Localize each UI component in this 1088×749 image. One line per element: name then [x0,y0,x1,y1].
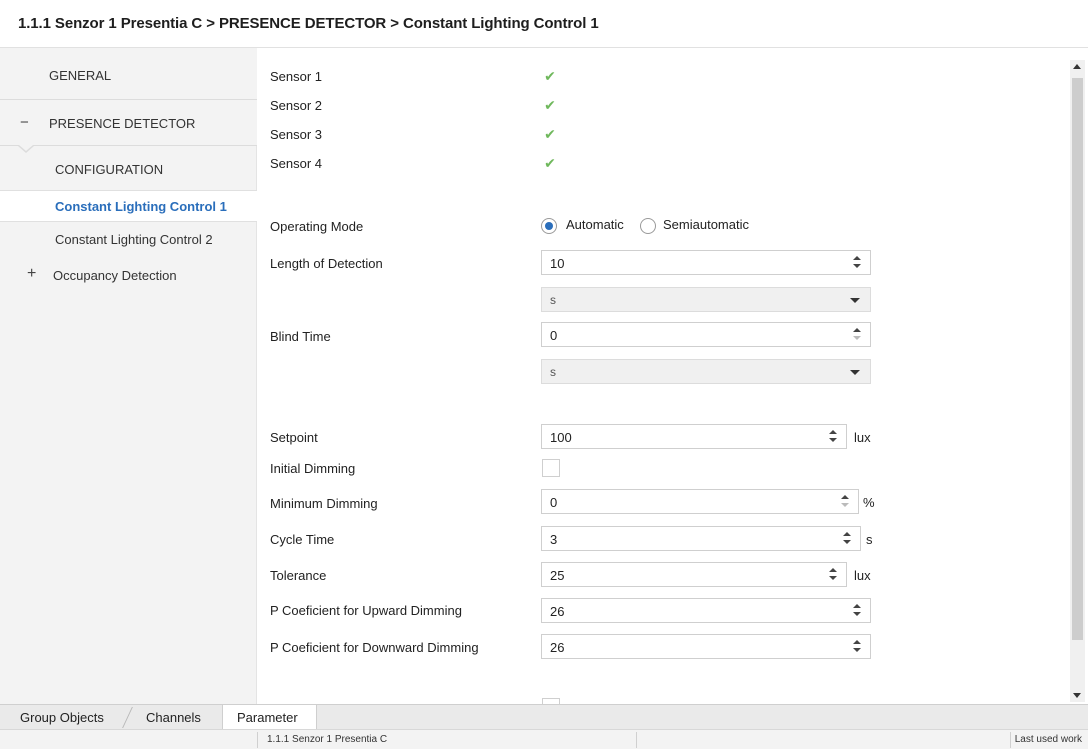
minimum-dimming-label: Minimum Dimming [270,496,378,511]
vertical-scrollbar[interactable] [1070,60,1085,702]
cycle-time-label: Cycle Time [270,532,335,547]
sidebar: GENERAL − PRESENCE DETECTOR CONFIGURATIO… [0,48,257,704]
tolerance-unit: lux [854,568,871,583]
scrollbar-thumb[interactable] [1072,78,1083,640]
tolerance-input[interactable]: 25 [541,562,847,587]
length-of-detection-unit-value: s [550,293,556,307]
blind-time-value: 0 [550,328,558,343]
sidebar-item-label: Constant Lighting Control 2 [55,232,213,247]
bottom-tab-bar: Group Objects Channels Parameter [0,704,1088,729]
cycle-time-unit: s [866,532,873,547]
status-last-used: Last used work [1014,734,1082,745]
spinner-arrows-icon[interactable] [852,254,862,271]
sensor-4-checkbox[interactable]: ✔ [541,154,559,172]
sensor-4-label: Sensor 4 [270,156,323,171]
minimum-dimming-input[interactable]: 0 [541,489,859,514]
sidebar-item-occupancy-detection[interactable]: + Occupancy Detection [0,262,257,292]
sensor-1-checkbox[interactable]: ✔ [541,67,559,85]
sensor-3-checkbox[interactable]: ✔ [541,125,559,143]
blind-time-input[interactable]: 0 [541,322,871,347]
tab-divider [122,707,133,728]
sidebar-item-label: CONFIGURATION [55,162,164,177]
initial-dimming-label: Initial Dimming [270,461,356,476]
initial-dimming-checkbox[interactable] [542,459,560,477]
sidebar-item-label: PRESENCE DETECTOR [49,116,196,131]
length-of-detection-label: Length of Detection [270,256,383,271]
tolerance-label: Tolerance [270,568,327,583]
sidebar-item-general[interactable]: GENERAL [0,48,257,100]
sidebar-item-presence-detector[interactable]: − PRESENCE DETECTOR [0,100,257,146]
status-device: 1.1.1 Senzor 1 Presentia C [267,734,388,745]
spinner-arrows-icon[interactable] [828,428,838,445]
tolerance-value: 25 [550,568,565,583]
cycle-time-value: 3 [550,532,558,547]
spinner-arrows-icon[interactable] [840,493,850,510]
automatic-radio-label[interactable]: Automatic [566,217,624,232]
setpoint-label: Setpoint [270,430,318,445]
sidebar-item-configuration[interactable]: CONFIGURATION [0,156,257,190]
page-title: 1.1.1 Senzor 1 Presentia C > PRESENCE DE… [18,15,599,32]
setpoint-value: 100 [550,430,572,445]
collapse-icon[interactable]: − [20,114,29,131]
blind-time-unit-select[interactable]: s [541,359,871,384]
tab-parameter[interactable]: Parameter [222,705,317,729]
length-of-detection-unit-select[interactable]: s [541,287,871,312]
sidebar-item-constant-lighting-control-1[interactable]: Constant Lighting Control 1 [0,190,257,222]
scroll-up-icon[interactable] [1073,64,1081,69]
spinner-arrows-icon[interactable] [852,326,862,343]
sensor-2-label: Sensor 2 [270,98,323,113]
status-divider [257,732,258,748]
p-upward-label: P Coeficient for Upward Dimming [270,603,462,618]
semiautomatic-radio-label[interactable]: Semiautomatic [663,217,749,232]
length-of-detection-input[interactable]: 10 [541,250,871,275]
sidebar-item-label: Occupancy Detection [53,268,177,283]
spinner-arrows-icon[interactable] [828,566,838,583]
sidebar-item-label: GENERAL [49,68,112,83]
parameter-panel: Sensor 1 ✔ Sensor 2 ✔ Sensor 3 ✔ Sensor … [258,48,1070,704]
tab-group-objects[interactable]: Group Objects [20,705,104,729]
sensor-2-checkbox[interactable]: ✔ [541,96,559,114]
status-divider [1010,732,1011,748]
p-downward-input[interactable]: 26 [541,634,871,659]
sidebar-item-label: Constant Lighting Control 1 [55,199,227,214]
setpoint-unit: lux [854,430,871,445]
blind-time-unit-value: s [550,365,556,379]
blind-time-label: Blind Time [270,329,331,344]
sensor-1-label: Sensor 1 [270,69,323,84]
p-upward-value: 26 [550,604,565,619]
spinner-arrows-icon[interactable] [852,602,862,619]
setpoint-input[interactable]: 100 [541,424,847,449]
spinner-arrows-icon[interactable] [852,638,862,655]
chevron-down-icon [850,298,860,303]
chevron-down-icon [850,370,860,375]
tab-channels[interactable]: Channels [146,705,201,729]
status-bar: 1.1.1 Senzor 1 Presentia C Last used wor… [0,729,1088,749]
expand-icon[interactable]: + [27,265,36,283]
minimum-dimming-value: 0 [550,495,558,510]
scroll-down-icon[interactable] [1073,693,1081,698]
p-downward-label: P Coeficient for Downward Dimming [270,640,479,655]
spinner-arrows-icon[interactable] [842,530,852,547]
semiautomatic-radio[interactable] [640,218,656,234]
length-of-detection-value: 10 [550,256,565,271]
status-divider [636,732,637,748]
p-upward-input[interactable]: 26 [541,598,871,623]
operating-mode-label: Operating Mode [270,219,364,234]
cycle-time-input[interactable]: 3 [541,526,861,551]
minimum-dimming-unit: % [863,495,875,510]
window-title-bar: 1.1.1 Senzor 1 Presentia C > PRESENCE DE… [0,0,1088,48]
sensor-3-label: Sensor 3 [270,127,323,142]
expanded-notch-icon [18,145,34,153]
p-downward-value: 26 [550,640,565,655]
sidebar-item-constant-lighting-control-2[interactable]: Constant Lighting Control 2 [0,226,257,256]
automatic-radio[interactable] [541,218,557,234]
